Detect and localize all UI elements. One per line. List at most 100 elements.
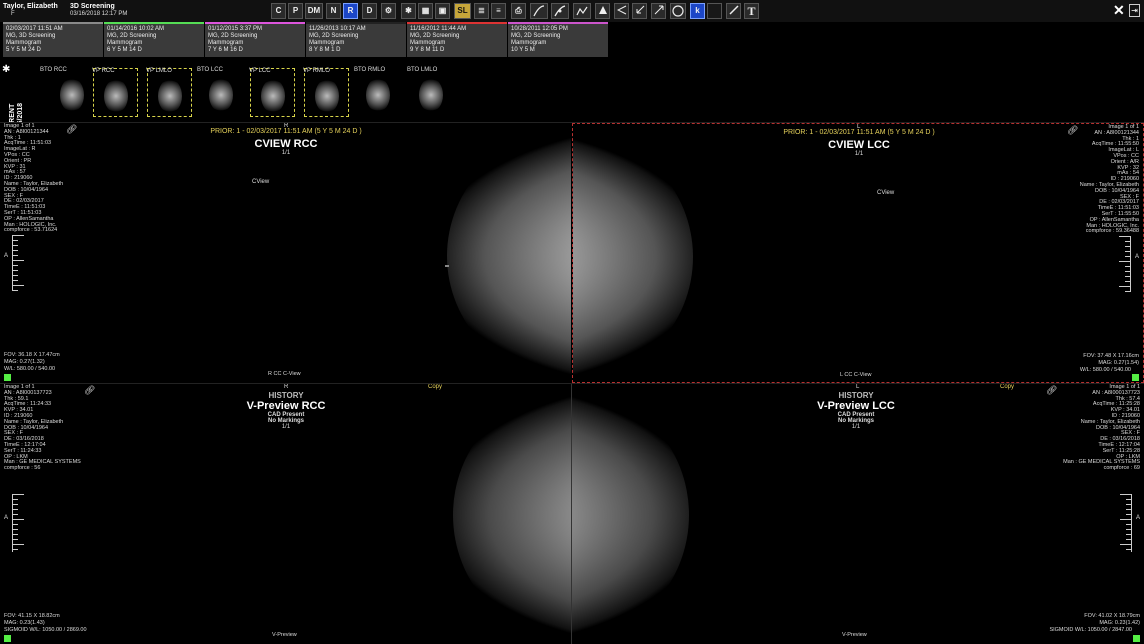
freehand-button[interactable] [573,3,591,19]
ruler-tick [12,255,18,256]
dicom-field: compforce : 69 [1103,465,1140,472]
viewport-title-block: CVIEW LCC 1/1 [759,139,959,157]
ruler-tick [1125,291,1131,292]
arrow-button[interactable] [632,3,647,19]
pin-icon[interactable]: ✱ [2,64,10,75]
study-age-text: 9 Y 8 M 11 D [410,47,445,53]
prior-button[interactable]: P [288,3,303,19]
thumbnail-image [158,79,182,113]
study-card[interactable]: 02/03/2017 11:51 AM MG, 3D Screening Mam… [3,22,103,57]
hanging-button[interactable]: ≡ [491,3,506,19]
window-level-label: W/L: 580.00 / 540.00 [4,366,56,372]
status-indicator [4,374,11,381]
stack-button[interactable]: ≣ [474,3,489,19]
d-button[interactable]: D [362,3,377,19]
study-date-text: 11/16/2012 11:44 AM [410,26,467,32]
pen-button[interactable] [726,3,741,19]
n-button[interactable]: N [326,3,341,19]
refresh-icon: C [275,6,282,15]
patient-info: Taylor, Elizabeth F 3D Screening 03/16/2… [3,3,243,21]
curve-marker-button[interactable] [551,3,569,19]
thumbnail[interactable]: VP RMLO [303,68,349,117]
study-card[interactable]: 10/28/2011 12:05 PM MG, 2D Screening Mam… [508,22,608,57]
thumbnail[interactable]: VP LCC [249,68,295,117]
thumbnail[interactable]: BTO LMLO [407,67,454,117]
tools-icon: ✱ [405,6,412,15]
study-card[interactable]: 01/12/2015 3:37 PM MG, 2D Screening Mamm… [205,22,305,57]
curve-tool-button[interactable] [530,3,548,19]
study-type-text: MG, 2D Screening [309,33,359,39]
close-icon[interactable]: ✕ [1113,3,1126,18]
image-count: 1/1 [851,424,861,430]
ruler-spine [1130,236,1131,291]
tools-button[interactable]: ✱ [401,3,416,19]
triangle-button[interactable] [595,3,610,19]
link-icon[interactable]: 🔗︎ [84,385,95,396]
link-icon[interactable]: 🔗︎ [66,124,77,135]
window-level-label: W/L: 580.00 / 540.00 [1079,367,1131,373]
orientation-marker: A [4,515,9,521]
status-indicator [1133,635,1140,642]
study-card[interactable]: 01/14/2016 10:02 AM MG, 2D Screening Mam… [104,22,204,57]
mag-label: MAG: 0.23(1.43) [4,620,45,626]
dm-button[interactable]: DM [305,3,323,19]
thumbnail[interactable]: VP LMLO [146,68,192,117]
angle-button[interactable] [614,3,629,19]
gear-icon: ⚙ [384,6,393,15]
ruler-tick [12,265,18,266]
ruler-tick [12,504,18,505]
viewport-vpreview-lcc[interactable]: L Copy HISTORY V-Preview LCC CAD Present… [572,384,1144,644]
thumbnail[interactable]: BTO LCC [197,67,244,117]
settings-button[interactable]: ⚙ [381,3,396,19]
thumbnail-label: BTO LMLO [407,67,438,73]
ruler-tick [12,280,18,281]
sl-button[interactable]: SL [454,3,471,19]
viewport-vpreview-rcc[interactable]: R Copy HISTORY V-Preview RCC CAD Present… [0,384,571,644]
view-label: R CC C-View [268,371,301,377]
viewport-cview-rcc[interactable]: PRIOR: 1 - 02/03/2017 11:51 AM (5 Y 5 M … [0,123,571,383]
ruler-tick [12,529,18,530]
study-date-text: 02/03/2017 11:51 AM [6,26,63,32]
ruler-tick [1120,544,1132,545]
ruler-tick [12,245,18,246]
exit-icon[interactable]: ⇥ [1129,4,1140,17]
k-button[interactable]: k [690,3,705,19]
print-button[interactable]: ⎙ [511,3,526,19]
link-icon[interactable]: 🔗︎ [1067,125,1078,136]
layout-button[interactable]: ▦ [418,3,433,19]
thumbnail[interactable]: VP RCC [92,68,138,117]
refresh-button[interactable]: C [271,3,286,19]
study-age-text: 10 Y 5 M [511,47,535,53]
fov-label: FOV: 37.48 X 17.16cm [1083,353,1139,359]
thumbnail[interactable]: BTO RCC [40,67,87,117]
hanging-icon: ≡ [496,6,501,15]
viewport-cview-lcc[interactable]: PRIOR: 1 - 02/03/2017 11:51 AM (5 Y 5 M … [572,123,1144,383]
ruler-tick [1126,529,1132,530]
curve-icon [533,5,545,17]
image-count: 1/1 [854,151,864,157]
study-card[interactable]: 11/16/2012 11:44 AM MG, 2D Screening Mam… [407,22,507,57]
mag-label: MAG: 0.27(1.32) [4,359,45,365]
blank-tool-button[interactable] [707,3,722,19]
ruler-tick [12,260,24,261]
ruler-tick [1119,236,1131,237]
link-icon[interactable]: 🔗︎ [1046,385,1057,396]
image-button[interactable]: ▣ [435,3,450,19]
edge-marker [445,265,449,267]
viewport-title-block: CVIEW RCC 1/1 [186,138,386,156]
study-date-text: 10/28/2011 12:05 PM [511,26,568,32]
thumbnail[interactable]: BTO RMLO [354,67,401,117]
ruler-tick [12,534,18,535]
prior-label: PRIOR: 1 - 02/03/2017 11:51 AM (5 Y 5 M … [210,128,362,135]
r-button[interactable]: R [343,3,358,19]
ruler-tick [12,240,18,241]
side-marker: R [284,123,289,129]
text-tool-button[interactable]: T [744,3,759,19]
study-card[interactable]: 11/26/2013 10:17 AM MG, 2D Screening Mam… [306,22,406,57]
line-arrow-button[interactable] [651,3,666,19]
orientation-marker: A [1134,254,1139,260]
cview-label: CView [877,190,895,196]
ellipse-button[interactable] [670,3,686,19]
pen-icon [728,5,739,15]
orientation-marker: A [1135,515,1140,521]
